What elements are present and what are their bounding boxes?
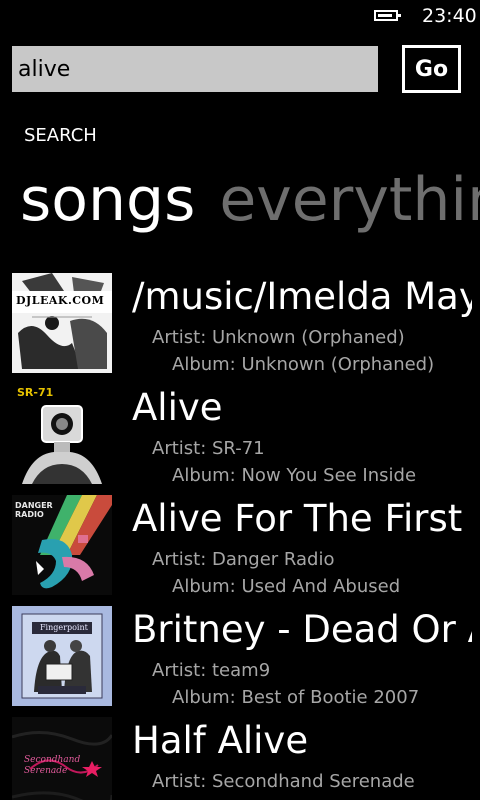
song-title: Alive For The First xyxy=(132,497,463,540)
song-item[interactable]: DJLEAK.COM /music/Imelda May Artist: Unk… xyxy=(0,270,480,381)
album-art: DJLEAK.COM xyxy=(12,273,112,373)
song-artist: Artist: SR-71 xyxy=(152,438,265,459)
song-item[interactable]: SR-71 Alive Artist: SR-71 Album: Now You… xyxy=(0,381,480,492)
song-album: Album: Now You See Inside xyxy=(172,465,417,486)
song-item[interactable]: DANGER RADIO Alive For The First Artist:… xyxy=(0,492,480,603)
album-art: SR-71 xyxy=(12,384,112,484)
album-art-label: Fingerpoint xyxy=(40,623,88,632)
song-artist: Artist: team9 xyxy=(152,660,271,681)
album-art-label: DJLEAK.COM xyxy=(16,294,105,307)
album-art-image xyxy=(12,273,112,373)
tab-everything[interactable]: everything xyxy=(219,164,480,236)
song-item[interactable]: Fingerpoint Britney - Dead Or Alive Arti… xyxy=(0,603,480,714)
song-artist: Artist: Danger Radio xyxy=(152,549,335,570)
song-title: /music/Imelda May xyxy=(132,275,472,318)
clock: 23:40 xyxy=(422,5,477,27)
go-button[interactable]: Go xyxy=(402,45,461,93)
album-art-label: SR-71 xyxy=(17,386,54,399)
album-art-image xyxy=(12,606,112,706)
tab-songs[interactable]: songs xyxy=(20,164,195,236)
song-title: Half Alive xyxy=(132,719,309,762)
song-album: Album: Unknown (Orphaned) xyxy=(172,354,435,375)
song-list: DJLEAK.COM /music/Imelda May Artist: Unk… xyxy=(0,270,480,800)
album-art-label: DANGER RADIO xyxy=(15,501,53,519)
song-album: Album: Best of Bootie 2007 xyxy=(172,687,420,708)
pivot-header: songs everything xyxy=(20,164,480,240)
section-title: SEARCH xyxy=(24,125,97,146)
battery-icon xyxy=(374,10,401,21)
album-art-image xyxy=(12,384,112,484)
song-album: Album: Used And Abused xyxy=(172,576,401,597)
song-artist: Artist: Secondhand Serenade xyxy=(152,771,415,792)
album-art: Fingerpoint xyxy=(12,606,112,706)
song-artist: Artist: Unknown (Orphaned) xyxy=(152,327,405,348)
song-title: Britney - Dead Or Alive xyxy=(132,608,472,651)
album-art: DANGER RADIO xyxy=(12,495,112,595)
status-bar: 23:40 xyxy=(0,0,480,34)
album-art: Secondhand Serenade xyxy=(12,717,112,800)
song-item[interactable]: Secondhand Serenade Half Alive Artist: S… xyxy=(0,714,480,800)
song-title: Alive xyxy=(132,386,223,429)
album-art-label: Secondhand Serenade xyxy=(24,755,81,776)
search-input[interactable] xyxy=(12,46,378,92)
